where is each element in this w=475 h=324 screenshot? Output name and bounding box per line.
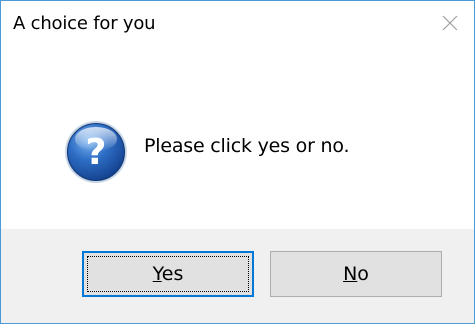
svg-text:?: ? — [86, 132, 107, 173]
dialog-content: ? Please click yes or no. — [1, 45, 474, 229]
no-button[interactable]: No — [270, 251, 442, 297]
window-title: A choice for you — [13, 13, 156, 34]
no-label-rest: o — [357, 263, 369, 285]
title-bar[interactable]: A choice for you — [1, 1, 474, 45]
focus-rectangle — [87, 256, 249, 292]
no-mnemonic: N — [343, 263, 358, 285]
close-button[interactable] — [428, 1, 474, 45]
close-icon — [442, 15, 458, 31]
message-dialog: A choice for you ? Please click yes or n… — [0, 0, 475, 324]
yes-button[interactable]: Yes — [82, 251, 254, 297]
question-icon: ? — [65, 121, 127, 183]
button-bar: Yes No — [1, 229, 474, 323]
dialog-message: Please click yes or no. — [144, 135, 350, 157]
